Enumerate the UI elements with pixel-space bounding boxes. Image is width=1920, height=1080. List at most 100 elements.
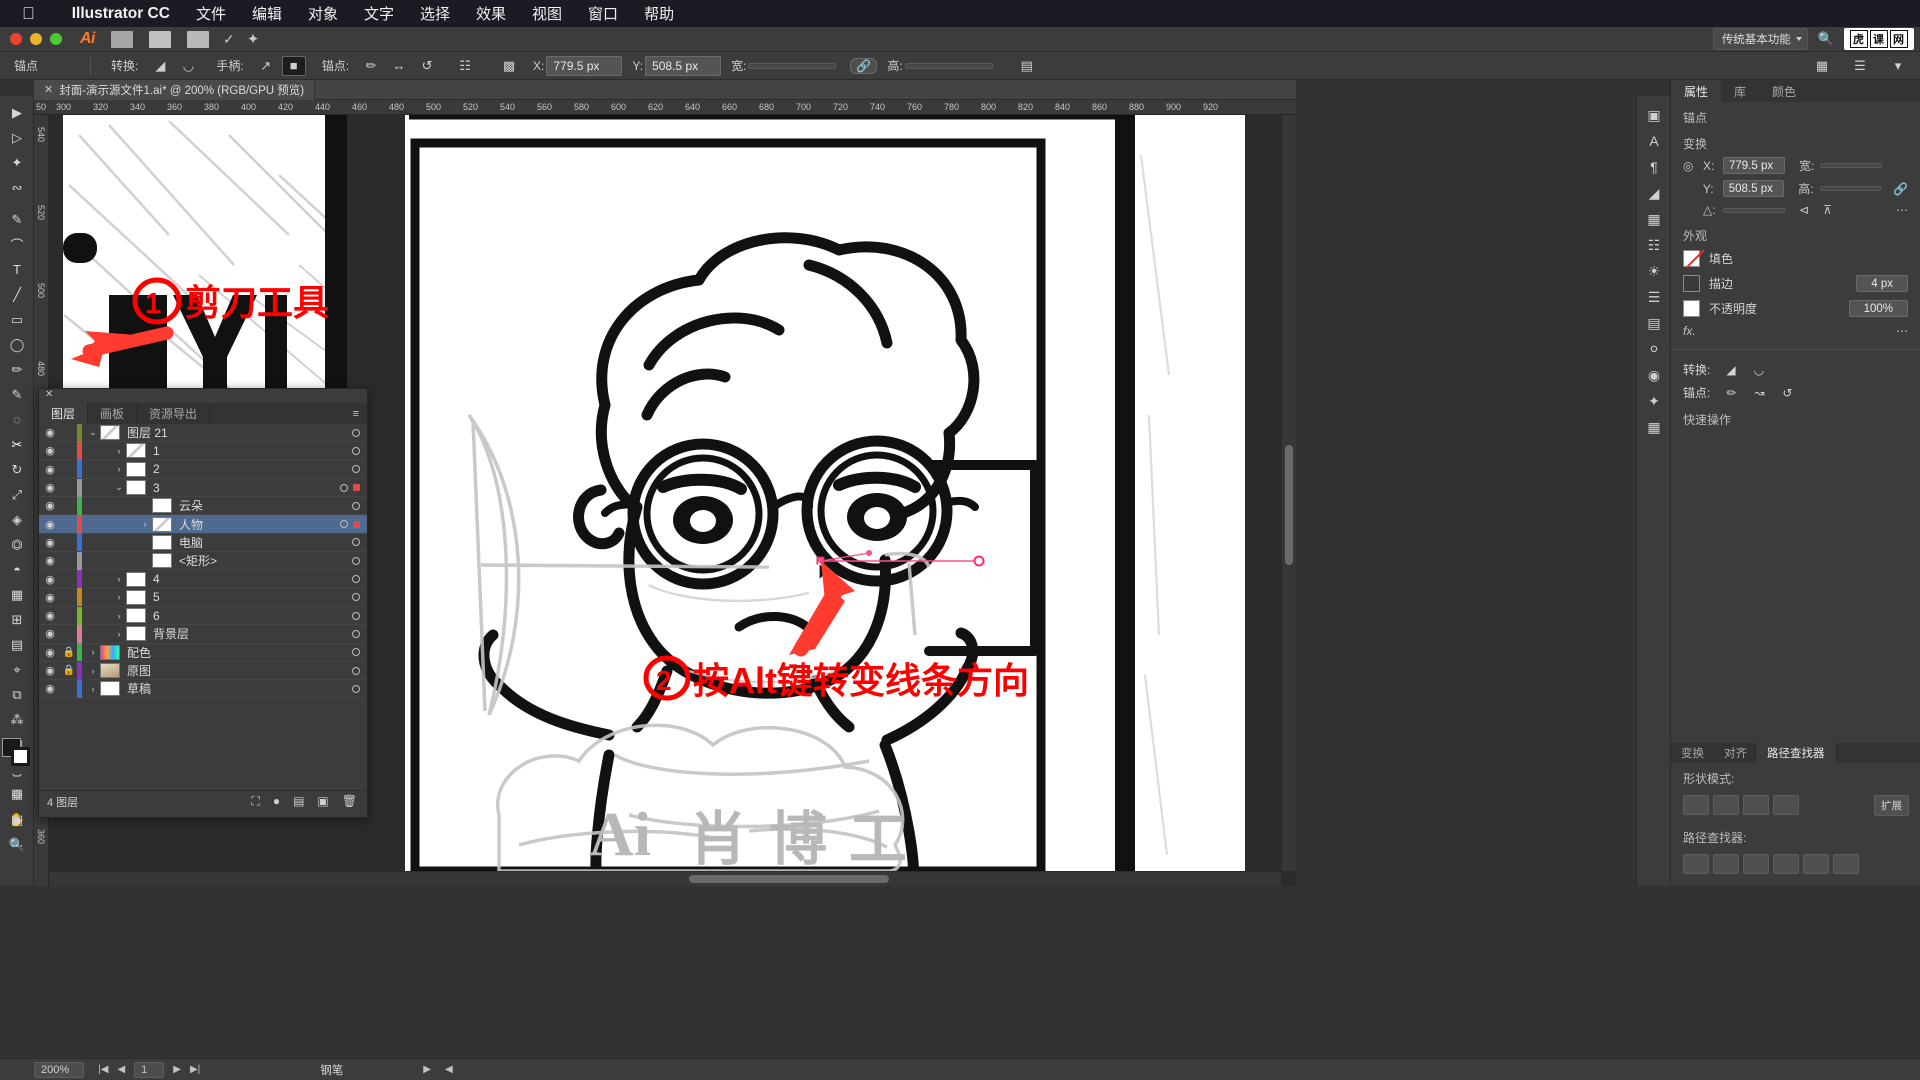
target-circle-icon[interactable] <box>352 556 360 565</box>
convert-corner-icon[interactable]: ◢ <box>1726 363 1735 377</box>
convert-to-corner-icon[interactable]: ◢ <box>148 56 172 76</box>
zoom-level-select[interactable]: 200% <box>34 1061 85 1078</box>
target-circle-icon[interactable] <box>352 629 360 638</box>
layer-row[interactable]: ◉ › 人物 <box>39 515 367 534</box>
opacity-input[interactable]: 100% <box>1848 300 1908 317</box>
expand-arrow-icon[interactable]: › <box>112 464 126 474</box>
line-segment-tool[interactable]: ╱ <box>0 282 34 307</box>
layer-row[interactable]: ◉ › 4 <box>39 570 367 589</box>
locate-object-icon[interactable]: ⛶ <box>251 794 259 809</box>
convert-smooth-icon[interactable]: ◡ <box>1754 363 1764 377</box>
transform-ref-point-icon[interactable]: ◎ <box>1683 159 1697 173</box>
play-arrow-icon[interactable]: ▶ <box>423 1064 431 1075</box>
layer-row[interactable]: ◉ › 1 <box>39 441 367 461</box>
flip-vertical-icon[interactable]: ⊼ <box>1823 203 1832 217</box>
symbols-icon[interactable]: ▦ <box>1637 206 1671 232</box>
tab-libraries[interactable]: 库 <box>1721 80 1759 102</box>
visibility-eye-icon[interactable]: ◉ <box>39 573 61 586</box>
blob-brush-tool[interactable]: ✎ <box>0 382 34 407</box>
convert-to-smooth-icon[interactable]: ◡ <box>176 56 200 76</box>
eyedropper-tool[interactable]: ⌖ <box>0 657 34 682</box>
blend-tool[interactable]: ⧉ <box>0 682 34 707</box>
apple-logo-icon[interactable]:  <box>22 5 35 22</box>
visibility-eye-icon[interactable]: ◉ <box>39 627 61 640</box>
layer-name[interactable]: 云朵 <box>179 497 352 514</box>
tab-transform[interactable]: 变换 <box>1671 743 1714 763</box>
target-circle-icon[interactable] <box>352 501 360 510</box>
layer-row[interactable]: ◉ › 6 <box>39 606 367 626</box>
align-icon[interactable]: ▤ <box>1015 56 1039 76</box>
visibility-eye-icon[interactable]: ◉ <box>39 664 61 677</box>
show-handles-icon[interactable]: ↗ <box>254 56 278 76</box>
close-icon[interactable]: ✕ <box>44 83 53 96</box>
make-clipping-mask-icon[interactable]: ● <box>273 794 280 809</box>
layer-name[interactable]: 5 <box>153 590 352 604</box>
minimize-window-button[interactable] <box>30 33 42 45</box>
target-circle-icon[interactable] <box>352 666 360 675</box>
pen-tool[interactable]: ✎ <box>0 207 34 232</box>
layer-row[interactable]: ◉ 🔒 › 原图 <box>39 661 367 681</box>
visibility-eye-icon[interactable]: ◉ <box>39 536 61 549</box>
target-circle-icon[interactable] <box>352 593 360 602</box>
link-icon[interactable]: 🔗 <box>850 57 878 74</box>
stroke-swatch[interactable] <box>11 747 30 766</box>
width-input[interactable] <box>748 62 837 69</box>
layers-panel-close-icon[interactable]: ✕ <box>39 389 367 403</box>
shaper-tool[interactable]: ◌ <box>0 407 34 432</box>
symbol-sprayer-tool[interactable]: ⁂ <box>0 707 34 732</box>
lock-icon[interactable]: 🔒 <box>61 647 77 658</box>
stroke-swatch[interactable] <box>1683 275 1700 292</box>
exclude-button[interactable] <box>1773 795 1799 815</box>
more-options-icon[interactable]: ⋯ <box>1896 324 1908 338</box>
ellipse-tool[interactable]: ◯ <box>0 332 34 357</box>
stroke-icon[interactable]: ☰ <box>1637 284 1671 310</box>
menu-item-edit[interactable]: 编辑 <box>239 3 295 24</box>
layer-row[interactable]: ◉ 云朵 <box>39 496 367 516</box>
layers-tab-资源导出[interactable]: 资源导出 <box>137 403 211 424</box>
curvature-tool[interactable]: ⌒ <box>0 232 34 257</box>
target-circle-icon[interactable] <box>352 446 360 455</box>
layer-name[interactable]: 2 <box>153 462 352 476</box>
y-input[interactable]: 508.5 px <box>1722 180 1785 197</box>
link-ratio-icon[interactable]: 🔗 <box>1893 182 1908 196</box>
tab-color[interactable]: 颜色 <box>1759 80 1809 102</box>
height-input[interactable] <box>1819 186 1882 191</box>
paintbrush-tool[interactable]: ✏ <box>0 357 34 382</box>
transform-handle-icon[interactable]: ▩ <box>497 56 521 76</box>
target-circle-icon[interactable] <box>352 575 360 584</box>
visibility-eye-icon[interactable]: ◉ <box>39 554 61 567</box>
layer-name[interactable]: 电脑 <box>179 534 352 551</box>
layer-name[interactable]: 草稿 <box>127 680 352 697</box>
expand-arrow-icon[interactable]: ⌄ <box>112 482 126 493</box>
magic-wand-tool[interactable]: ✦ <box>0 150 34 175</box>
window-controls[interactable] <box>0 33 62 45</box>
horizontal-scrollbar[interactable] <box>49 872 1281 886</box>
cut-path-icon[interactable]: ↺ <box>1782 386 1792 400</box>
menu-item-file[interactable]: 文件 <box>183 3 239 24</box>
layer-name[interactable]: 图层 21 <box>127 424 352 441</box>
layer-name[interactable]: 原图 <box>127 662 352 679</box>
visibility-eye-icon[interactable]: ◉ <box>39 609 61 622</box>
gradient-icon[interactable]: ▤ <box>1637 310 1671 336</box>
visibility-eye-icon[interactable]: ◉ <box>39 444 61 457</box>
hide-handles-icon[interactable]: ■ <box>281 55 306 76</box>
target-circle-icon[interactable] <box>352 465 360 474</box>
outline-button[interactable] <box>1803 854 1829 874</box>
chevron-down-icon[interactable]: ▾ <box>1886 56 1910 76</box>
opacity-icon[interactable] <box>1683 300 1700 317</box>
visibility-eye-icon[interactable]: ◉ <box>39 518 61 531</box>
type-icon[interactable]: A <box>1637 128 1671 154</box>
trim-button[interactable] <box>1713 854 1739 874</box>
stroke-width-input[interactable]: 4 px <box>1856 275 1908 292</box>
merge-button[interactable] <box>1743 854 1769 874</box>
tab-properties[interactable]: 属性 <box>1671 80 1722 102</box>
menu-item-object[interactable]: 对象 <box>295 3 351 24</box>
layer-row[interactable]: ◉ 电脑 <box>39 533 367 553</box>
layers-tab-图层[interactable]: 图层 <box>39 403 89 424</box>
layer-name[interactable]: 背景层 <box>153 625 352 642</box>
x-input[interactable]: 779.5 px <box>546 55 623 76</box>
layer-name[interactable]: <矩形> <box>179 552 352 569</box>
color-icon[interactable]: ▣ <box>1637 102 1671 128</box>
layer-row[interactable]: ◉ › 背景层 <box>39 624 367 644</box>
layers-list[interactable]: ◉ ⌄ 图层 21 ◉ › 1 ◉ › 2 ◉ ⌄ 3 ◉ 云朵 ◉ › 人物 ◉ 电脑 ◉ <矩形> ◉ › 4 ◉ › 5 ◉ › 6… <box>39 424 367 790</box>
